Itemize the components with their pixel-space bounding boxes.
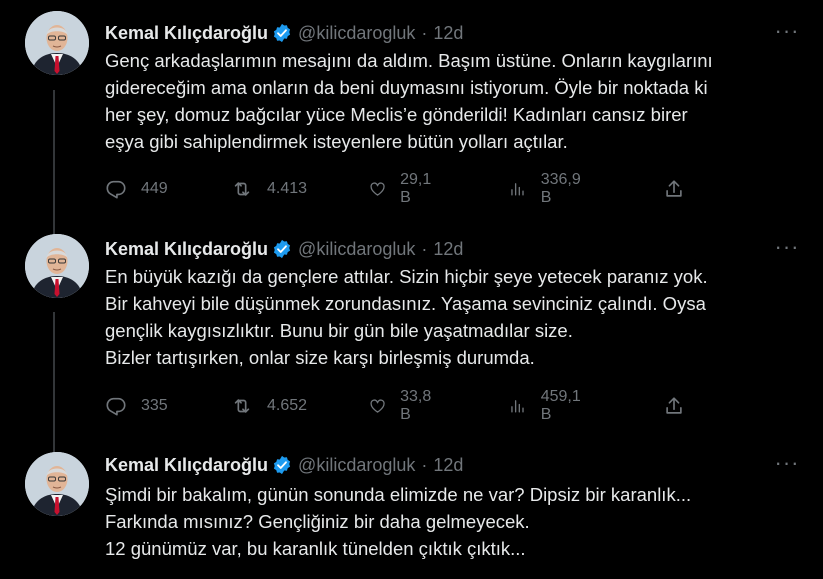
tweet-text: Şimdi bir bakalım, günün sonunda elimizd… [105,481,805,562]
tweet-text-line: Bir kahveyi bile düşünmek zorundasınız. … [105,293,706,314]
tweet-text: Genç arkadaşlarımın mesajını da aldım. B… [105,47,805,155]
reply-icon [106,180,126,199]
author-handle[interactable]: @kilicdarogluk [298,239,415,259]
avatar-image [25,11,89,75]
avatar[interactable] [25,234,89,298]
share-button[interactable] [663,177,699,201]
avatar[interactable] [25,452,89,516]
separator-dot: · [421,23,428,43]
retweet-count: 4.652 [267,397,308,414]
separator-dot: · [421,455,428,475]
retweet-count: 4.413 [267,180,308,197]
tweet-text-line: 12 günümüz var, bu karanlık tünelden çık… [105,538,526,559]
tweet-text-line: Şimdi bir bakalım, günün sonunda elimizd… [105,484,692,505]
view-count: 459,1 B [540,388,581,423]
separator-dot: · [421,239,428,259]
tweet[interactable]: Kemal Kılıçdaroğlu @kilicdarogluk · 12d ···… [0,0,823,223]
share-button[interactable] [663,394,699,418]
verified-badge-icon [273,239,291,259]
tweet-header: Kemal Kılıçdaroğlu @kilicdarogluk · 12d [105,454,463,476]
retweet-icon [234,399,250,413]
tweet-text-line: eşya gibi sahiplendirmek isteyenlere büt… [105,131,568,152]
reply-count: 335 [141,397,168,414]
tweet-text-line: En büyük kazığı da gençlere attılar. Siz… [105,266,708,287]
retweet-button[interactable]: 4.413 [231,177,307,201]
tweet-timestamp[interactable]: 12d [433,239,463,259]
like-button[interactable]: 29,1 B [369,171,436,206]
share-icon [666,180,682,197]
views-button[interactable]: 459,1 B [509,388,585,423]
heart-icon [370,399,385,413]
author-handle[interactable]: @kilicdarogluk [298,23,415,43]
verified-badge-icon [273,455,291,475]
reply-count: 449 [141,180,168,197]
tweet[interactable]: Kemal Kılıçdaroğlu @kilicdarogluk · 12d ···… [0,223,823,445]
like-count: 29,1 B [400,171,432,206]
avatar[interactable] [25,11,89,75]
retweet-button[interactable]: 4.652 [231,394,307,418]
author-name[interactable]: Kemal Kılıçdaroğlu [105,455,268,475]
share-icon [666,397,682,414]
like-count: 33,8 B [400,388,432,423]
more-icon[interactable]: ··· [773,236,801,260]
reply-icon [106,397,126,416]
author-name[interactable]: Kemal Kılıçdaroğlu [105,23,268,43]
tweet-text-line: Farkında mısınız? Gençliğiniz bir daha g… [105,511,530,532]
tweet-timestamp[interactable]: 12d [433,455,463,475]
views-icon [511,183,524,196]
tweet-text-line: gidereceğim ama onların da beni duymasın… [105,77,708,98]
like-button[interactable]: 33,8 B [369,388,436,423]
author-handle[interactable]: @kilicdarogluk [298,455,415,475]
reply-button[interactable]: 449 [105,177,168,201]
avatar-image [25,452,89,516]
tweet-text: En büyük kazığı da gençlere attılar. Siz… [105,263,805,371]
retweet-icon [234,182,250,196]
reply-button[interactable]: 335 [105,394,168,418]
verified-badge-icon [273,23,291,43]
views-icon [511,400,524,413]
tweet-header: Kemal Kılıçdaroğlu @kilicdarogluk · 12d [105,22,463,44]
tweet-text-line: Genç arkadaşlarımın mesajını da aldım. B… [105,50,713,71]
author-name[interactable]: Kemal Kılıçdaroğlu [105,239,268,259]
avatar-image [25,234,89,298]
tweet-timestamp[interactable]: 12d [433,23,463,43]
more-icon[interactable]: ··· [773,20,801,44]
tweet-text-line: Bizler tartışırken, onlar size karşı bir… [105,347,535,368]
tweet-header: Kemal Kılıçdaroğlu @kilicdarogluk · 12d [105,238,463,260]
tweet-text-line: her şey, domuz bağcılar yüce Meclis’e gö… [105,104,688,125]
tweet-text-line: gençlik kaygısızlıktır. Bunu bir gün bil… [105,320,573,341]
view-count: 336,9 B [540,171,581,206]
tweet[interactable]: Kemal Kılıçdaroğlu @kilicdarogluk · 12d ···… [0,445,823,579]
more-icon[interactable]: ··· [773,452,801,476]
views-button[interactable]: 336,9 B [509,171,585,206]
heart-icon [370,182,385,196]
